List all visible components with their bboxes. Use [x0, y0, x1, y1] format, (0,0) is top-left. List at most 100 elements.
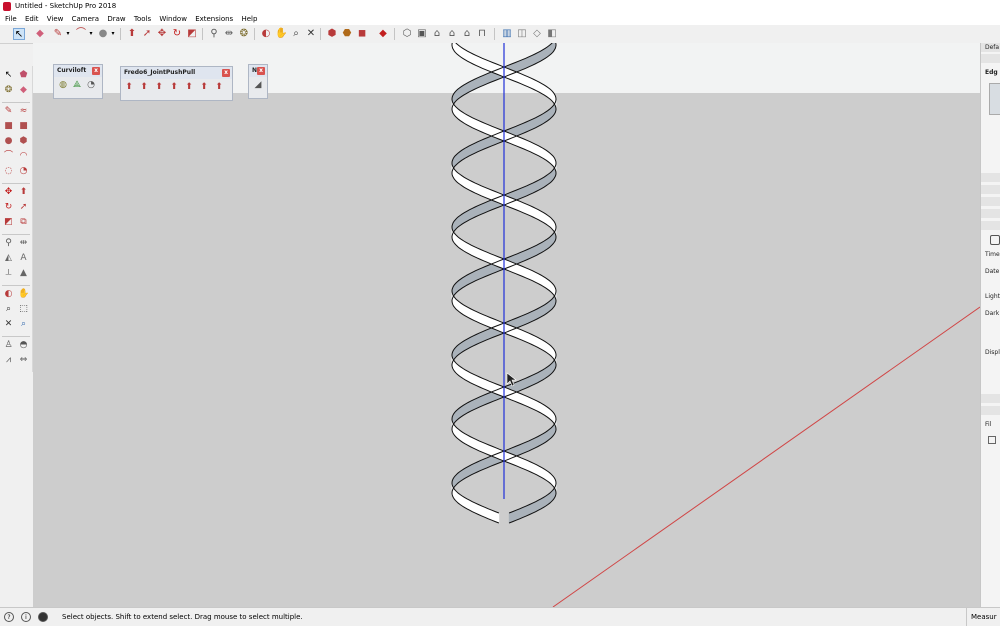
normal-pushpull-icon[interactable]: ⬆ — [154, 82, 164, 92]
menu-view[interactable]: View — [47, 13, 64, 25]
walk-icon[interactable]: ♙ — [3, 340, 14, 351]
warehouse-icon[interactable]: ⬢ — [326, 28, 338, 40]
tape-measure-icon[interactable]: ⚲ — [3, 238, 14, 249]
extrude-pushpull-icon[interactable]: ⬆ — [169, 82, 179, 92]
paint-bucket-icon[interactable]: ❂ — [3, 85, 14, 96]
components-tray-header[interactable] — [981, 185, 1000, 194]
scenes-tray-header[interactable] — [981, 394, 1000, 403]
material-swatch[interactable] — [989, 83, 1000, 115]
arc-icon[interactable]: ⌒ — [3, 151, 14, 162]
pencil-dropdown-icon[interactable]: ▾ — [62, 28, 74, 40]
loft-by-spline-icon[interactable]: ◍ — [58, 80, 68, 90]
rotate-icon[interactable]: ↻ — [171, 28, 183, 40]
menu-edit[interactable]: Edit — [25, 13, 39, 25]
zoom-icon[interactable]: ⌕ — [290, 28, 302, 40]
vector-pushpull-icon[interactable]: ⬆ — [139, 82, 149, 92]
close-icon[interactable]: x — [92, 67, 100, 75]
back-view-icon[interactable]: ⌂ — [461, 28, 473, 40]
zoom-icon[interactable]: ⌕ — [3, 304, 14, 315]
top-view-icon[interactable]: ▣ — [416, 28, 428, 40]
menu-file[interactable]: File — [5, 13, 17, 25]
menu-window[interactable]: Window — [159, 13, 187, 25]
drawing-viewport[interactable]: Curviloft x ◍ ⟁ ◔ Fredo6_JointPushPull x… — [33, 43, 980, 607]
outliner-tray-header[interactable] — [981, 406, 1000, 415]
loft-along-path-icon[interactable]: ⟁ — [72, 80, 82, 90]
followme-icon[interactable]: ➚ — [18, 202, 29, 213]
extension-tool-icon[interactable]: ◢ — [253, 80, 263, 90]
pie-icon[interactable]: ◔ — [18, 166, 29, 177]
followme-icon[interactable]: ➚ — [141, 28, 153, 40]
footprints-icon[interactable]: ⩘ — [3, 355, 14, 366]
rotate-icon[interactable]: ↻ — [3, 202, 14, 213]
3d-text-icon[interactable]: ▲ — [18, 268, 29, 279]
measurements-box[interactable]: Measur — [966, 608, 997, 626]
select-arrow-icon[interactable]: ↖ — [3, 70, 14, 81]
text-icon[interactable]: A — [18, 253, 29, 264]
extension-warehouse-icon[interactable]: ⬣ — [341, 28, 353, 40]
hidden-line-icon[interactable]: ◇ — [531, 28, 543, 40]
scale-icon[interactable]: ◩ — [186, 28, 198, 40]
shadows-tray-header[interactable] — [981, 221, 1000, 230]
arc-dropdown-icon[interactable]: ▾ — [85, 28, 97, 40]
dimension-icon[interactable]: ⇹ — [223, 28, 235, 40]
eraser-icon[interactable]: ◆ — [34, 28, 46, 40]
layers-tray-header[interactable] — [981, 209, 1000, 218]
menu-camera[interactable]: Camera — [72, 13, 99, 25]
tape-measure-icon[interactable]: ⚲ — [208, 28, 220, 40]
close-icon[interactable]: x — [222, 69, 230, 77]
menu-draw[interactable]: Draw — [107, 13, 125, 25]
protractor-icon[interactable]: ◭ — [3, 253, 14, 264]
user-account-icon[interactable] — [38, 612, 48, 622]
joint-pushpull-panel-header[interactable]: Fredo6_JointPushPull x — [121, 67, 232, 79]
menu-extensions[interactable]: Extensions — [195, 13, 233, 25]
zoom-extents-icon[interactable]: ✕ — [3, 319, 14, 330]
pushpull-icon[interactable]: ⬆ — [126, 28, 138, 40]
rotated-rectangle-icon[interactable]: ■ — [18, 121, 29, 132]
ruby-console-icon[interactable]: ◆ — [377, 28, 389, 40]
shaded-icon[interactable]: ◧ — [546, 28, 558, 40]
axes-icon[interactable]: ⟂ — [3, 268, 14, 279]
shadow-toggle-icon[interactable] — [990, 235, 1000, 245]
joint-pushpull-icon[interactable]: ⬆ — [124, 82, 134, 92]
materials-tray-header[interactable] — [981, 173, 1000, 182]
shape-dropdown-icon[interactable]: ▾ — [107, 28, 119, 40]
zoom-window-icon[interactable]: ⬚ — [18, 304, 29, 315]
expand-tree-icon[interactable] — [988, 436, 996, 444]
menu-help[interactable]: Help — [241, 13, 257, 25]
dimension-icon[interactable]: ⇹ — [18, 238, 29, 249]
paint-bucket-icon[interactable]: ❂ — [238, 28, 250, 40]
section-plane-icon[interactable]: ⇔ — [18, 355, 29, 366]
extra-tool-panel-header[interactable]: N x — [249, 65, 267, 77]
orbit-icon[interactable]: ◐ — [260, 28, 272, 40]
scene-canvas[interactable] — [33, 43, 980, 607]
curviloft-panel-header[interactable]: Curviloft x — [54, 65, 102, 77]
wireframe-icon[interactable]: ◫ — [516, 28, 528, 40]
front-view-icon[interactable]: ⌂ — [431, 28, 443, 40]
skinning-icon[interactable]: ◔ — [86, 80, 96, 90]
geo-location-icon[interactable]: i — [21, 612, 31, 622]
layout-icon[interactable]: ◼ — [356, 28, 368, 40]
polygon-icon[interactable]: ⬢ — [18, 136, 29, 147]
position-camera-icon[interactable]: ⌕ — [18, 319, 29, 330]
close-icon[interactable]: x — [257, 67, 265, 75]
pushpull-icon[interactable]: ⬆ — [18, 187, 29, 198]
undo-pushpull-icon[interactable]: ⬆ — [199, 82, 209, 92]
info-icon[interactable]: ? — [4, 612, 14, 622]
zoom-extents-icon[interactable]: ✕ — [305, 28, 317, 40]
redo-pushpull-icon[interactable]: ⬆ — [214, 82, 224, 92]
two-point-arc-icon[interactable]: ◠ — [18, 151, 29, 162]
offset-icon[interactable]: ⧉ — [18, 217, 29, 228]
pan-icon[interactable]: ✋ — [18, 289, 29, 300]
three-point-arc-icon[interactable]: ◌ — [3, 166, 14, 177]
look-around-icon[interactable]: ◓ — [18, 340, 29, 351]
follow-pushpull-icon[interactable]: ⬆ — [184, 82, 194, 92]
xray-icon[interactable]: ▥ — [501, 28, 513, 40]
pan-icon[interactable]: ✋ — [275, 28, 287, 40]
iso-view-icon[interactable]: ⬡ — [401, 28, 413, 40]
right-view-icon[interactable]: ⌂ — [446, 28, 458, 40]
orbit-icon[interactable]: ◐ — [3, 289, 14, 300]
eraser-icon[interactable]: ◆ — [18, 85, 29, 96]
styles-tray-header[interactable] — [981, 197, 1000, 206]
rectangle-icon[interactable]: ■ — [3, 121, 14, 132]
make-component-icon[interactable]: ⬟ — [18, 70, 29, 81]
